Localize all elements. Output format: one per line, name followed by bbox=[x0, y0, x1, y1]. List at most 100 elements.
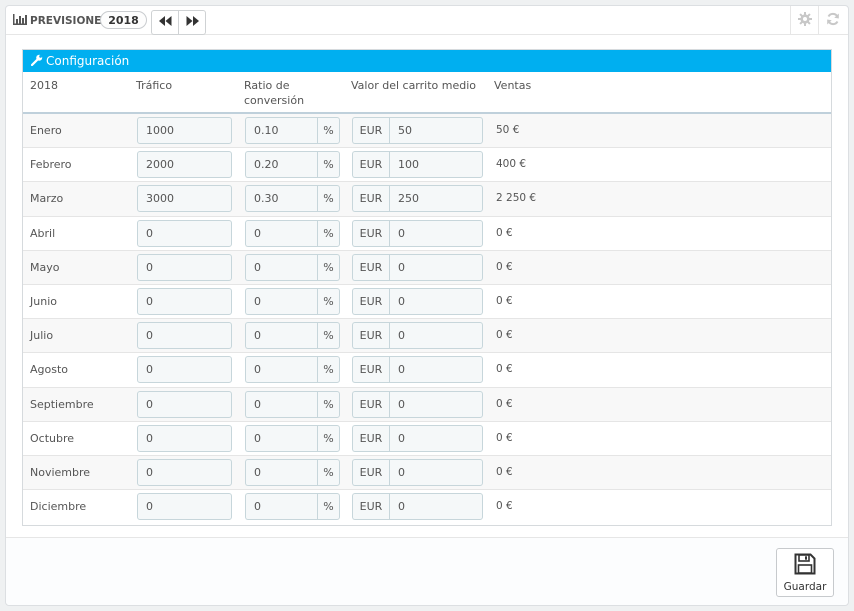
conversion-input[interactable] bbox=[245, 219, 317, 247]
percent-addon: % bbox=[317, 151, 340, 179]
panel-footer: Guardar bbox=[6, 537, 848, 605]
traffic-input[interactable] bbox=[137, 151, 232, 179]
wrench-icon bbox=[30, 54, 46, 69]
sales-value: 2 250 € bbox=[496, 192, 537, 205]
currency-addon: EUR bbox=[352, 253, 389, 281]
cart-value-input[interactable] bbox=[389, 219, 483, 247]
table-row: Mayo% EUR 0 € bbox=[23, 250, 831, 285]
cart-value-input[interactable] bbox=[389, 493, 483, 521]
table-header: 2018 Tráfico Ratio de conversión Valor d… bbox=[23, 72, 831, 114]
settings-button[interactable] bbox=[790, 6, 818, 35]
conversion-input[interactable] bbox=[245, 493, 317, 521]
cart-value-input[interactable] bbox=[389, 117, 483, 144]
cart-value-input[interactable] bbox=[389, 356, 483, 384]
sales-value: 0 € bbox=[496, 500, 513, 513]
percent-addon: % bbox=[317, 117, 340, 144]
conversion-input-group: % bbox=[245, 185, 340, 213]
traffic-input[interactable] bbox=[137, 458, 232, 486]
previous-year-button[interactable] bbox=[152, 11, 178, 34]
currency-addon: EUR bbox=[352, 458, 389, 486]
conversion-input[interactable] bbox=[245, 390, 317, 418]
conversion-input-group: % bbox=[245, 424, 340, 452]
traffic-input[interactable] bbox=[137, 493, 232, 521]
sales-value: 400 € bbox=[496, 158, 527, 171]
rewind-icon bbox=[158, 16, 172, 29]
currency-addon: EUR bbox=[352, 424, 389, 452]
forecast-panel: PREVISIONES 2018 Configuración 2018 Tráf… bbox=[5, 5, 849, 606]
traffic-input[interactable] bbox=[137, 219, 232, 247]
forecast-rows: Enero% EUR 50 € Febrero% EUR 400 € Marzo% EUR 2 … bbox=[23, 114, 831, 525]
year-badge: 2018 bbox=[100, 11, 147, 29]
table-row: Agosto% EUR 0 € bbox=[23, 353, 831, 388]
next-year-button[interactable] bbox=[178, 11, 205, 34]
cart-value-input[interactable] bbox=[389, 185, 483, 213]
cart-value-input-group: EUR bbox=[352, 253, 483, 281]
percent-addon: % bbox=[317, 424, 340, 452]
percent-addon: % bbox=[317, 493, 340, 521]
sales-value: 0 € bbox=[496, 397, 513, 410]
month-label: Junio bbox=[30, 294, 57, 308]
column-header-conversion: Ratio de conversión bbox=[244, 79, 305, 107]
table-row: Septiembre% EUR 0 € bbox=[23, 387, 831, 422]
conversion-input-group: % bbox=[245, 117, 340, 144]
conversion-input[interactable] bbox=[245, 287, 317, 315]
cart-value-input-group: EUR bbox=[352, 117, 483, 144]
conversion-input-group: % bbox=[245, 390, 340, 418]
sales-value: 0 € bbox=[496, 363, 513, 376]
traffic-input[interactable] bbox=[137, 287, 232, 315]
sales-value: 0 € bbox=[496, 226, 513, 239]
currency-addon: EUR bbox=[352, 151, 389, 179]
table-row: Diciembre% EUR 0 € bbox=[23, 490, 831, 525]
panel-title: PREVISIONES bbox=[13, 14, 109, 28]
cart-value-input[interactable] bbox=[389, 322, 483, 350]
month-label: Agosto bbox=[30, 363, 69, 377]
month-label: Noviembre bbox=[30, 465, 91, 479]
cart-value-input[interactable] bbox=[389, 458, 483, 486]
traffic-input[interactable] bbox=[137, 253, 232, 281]
cart-value-input[interactable] bbox=[389, 253, 483, 281]
table-row: Noviembre% EUR 0 € bbox=[23, 455, 831, 491]
cart-value-input-group: EUR bbox=[352, 151, 483, 179]
traffic-input[interactable] bbox=[137, 322, 232, 350]
conversion-input[interactable] bbox=[245, 458, 317, 486]
cart-value-input-group: EUR bbox=[352, 493, 483, 521]
conversion-input[interactable] bbox=[245, 322, 317, 350]
conversion-input[interactable] bbox=[245, 424, 317, 452]
conversion-input[interactable] bbox=[245, 253, 317, 281]
currency-addon: EUR bbox=[352, 322, 389, 350]
conversion-input-group: % bbox=[245, 151, 340, 179]
conversion-input[interactable] bbox=[245, 185, 317, 213]
sales-value: 0 € bbox=[496, 294, 513, 307]
conversion-input[interactable] bbox=[245, 117, 317, 144]
cart-value-input[interactable] bbox=[389, 151, 483, 179]
month-label: Febrero bbox=[30, 158, 72, 172]
save-button[interactable]: Guardar bbox=[776, 548, 834, 597]
cart-value-input-group: EUR bbox=[352, 287, 483, 315]
configuration-header: Configuración bbox=[23, 50, 831, 72]
cart-value-input-group: EUR bbox=[352, 390, 483, 418]
conversion-input-group: % bbox=[245, 322, 340, 350]
currency-addon: EUR bbox=[352, 287, 389, 315]
sales-value: 0 € bbox=[496, 329, 513, 342]
conversion-input-group: % bbox=[245, 219, 340, 247]
cart-value-input-group: EUR bbox=[352, 219, 483, 247]
conversion-input[interactable] bbox=[245, 356, 317, 384]
percent-addon: % bbox=[317, 356, 340, 384]
traffic-input[interactable] bbox=[137, 117, 232, 144]
cart-value-input[interactable] bbox=[389, 390, 483, 418]
cart-value-input[interactable] bbox=[389, 287, 483, 315]
traffic-input[interactable] bbox=[137, 390, 232, 418]
cart-value-input[interactable] bbox=[389, 424, 483, 452]
percent-addon: % bbox=[317, 219, 340, 247]
refresh-button[interactable] bbox=[818, 6, 846, 35]
table-row: Octubre% EUR 0 € bbox=[23, 421, 831, 456]
column-header-year: 2018 bbox=[30, 79, 58, 92]
configuration-title: Configuración bbox=[46, 54, 130, 68]
currency-addon: EUR bbox=[352, 493, 389, 521]
month-label: Abril bbox=[30, 226, 56, 240]
traffic-input[interactable] bbox=[137, 356, 232, 384]
conversion-input[interactable] bbox=[245, 151, 317, 179]
traffic-input[interactable] bbox=[137, 424, 232, 452]
cart-value-input-group: EUR bbox=[352, 424, 483, 452]
traffic-input[interactable] bbox=[137, 185, 232, 213]
